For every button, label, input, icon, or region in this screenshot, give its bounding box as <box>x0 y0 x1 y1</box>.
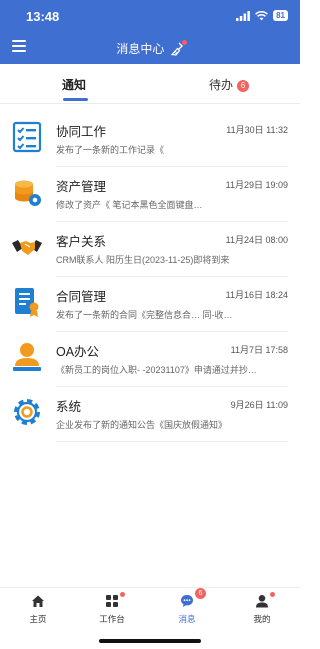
message-preview: 《新员工的岗位入职- -20231107》申请通过并抄… <box>56 365 257 375</box>
tab-bar: 通知 待办 6 <box>0 64 300 104</box>
todo-count-badge: 6 <box>237 80 250 92</box>
app-header: 13:48 81 消息中心 <box>0 0 300 64</box>
message-time: 11月24日 08:00 <box>225 235 288 245</box>
list-item[interactable]: 协同工作 11月30日 11:32 发布了一条新的工作记录《 <box>0 112 300 167</box>
nav-workbench[interactable]: 工作台 <box>82 592 142 625</box>
message-preview: CRM联系人 阳历生日(2023-11-25)即将到来 <box>56 255 230 265</box>
cooperation-icon <box>12 121 42 153</box>
nav-home[interactable]: 主页 <box>8 594 68 625</box>
message-title: 协同工作 <box>56 125 107 139</box>
wifi-icon <box>255 10 269 20</box>
nav-label: 主页 <box>29 614 47 624</box>
list-item[interactable]: 合同管理 11月16日 18:24 发布了一条新的合同《完整信息合… 同-收… <box>0 277 300 332</box>
tab-notice[interactable]: 通知 <box>62 76 86 93</box>
profile-dot <box>270 592 275 597</box>
message-list: 协同工作 11月30日 11:32 发布了一条新的工作记录《 资产管理 11月2… <box>0 112 300 442</box>
messages-count-badge: 6 <box>195 588 206 599</box>
tab-todo[interactable]: 待办 6 <box>209 76 250 93</box>
nav-label: 我的 <box>253 614 271 624</box>
bottom-nav: 主页 工作台 6 消息 我的 <box>0 587 300 649</box>
message-title: OA办公 <box>56 345 100 359</box>
home-icon <box>31 594 45 608</box>
handshake-icon <box>12 240 42 255</box>
header-title-wrap: 消息中心 <box>0 39 300 57</box>
message-title: 资产管理 <box>56 180 107 194</box>
broom-badge-dot <box>181 39 187 45</box>
battery-icon: 81 <box>273 10 288 21</box>
oa-person-icon <box>13 343 41 371</box>
list-item[interactable]: 资产管理 11月29日 19:09 修改了资产《 笔记本黑色全面键盘… <box>0 167 300 222</box>
message-preview: 发布了一条新的工作记录《 <box>56 145 165 155</box>
message-time: 11月7日 17:58 <box>230 345 288 355</box>
message-title: 合同管理 <box>56 290 107 304</box>
nav-label: 消息 <box>178 614 196 624</box>
page-title: 消息中心 <box>116 42 165 56</box>
message-title: 客户关系 <box>56 235 107 249</box>
message-icon: 6 <box>180 588 206 608</box>
message-preview: 发布了一条新的合同《完整信息合… 同-收… <box>56 310 233 320</box>
contract-icon <box>15 288 39 317</box>
home-indicator <box>99 639 201 643</box>
profile-icon <box>255 592 275 608</box>
active-tab-indicator <box>63 98 88 101</box>
nav-label: 工作台 <box>99 614 125 624</box>
divider <box>56 441 288 442</box>
asset-coins-icon <box>15 180 41 206</box>
message-time: 11月29日 19:09 <box>225 180 288 190</box>
message-time: 11月16日 18:24 <box>225 290 288 300</box>
status-icons: 81 <box>236 10 288 21</box>
list-item[interactable]: OA办公 11月7日 17:58 《新员工的岗位入职- -20231107》申请… <box>0 332 300 387</box>
clear-broom-icon[interactable] <box>170 39 187 56</box>
nav-messages[interactable]: 6 消息 <box>157 588 217 625</box>
status-bar: 13:48 81 <box>0 0 300 32</box>
nav-profile[interactable]: 我的 <box>232 592 292 625</box>
list-item[interactable]: 系统 9月26日 11:09 企业发布了新的通知公告《国庆放假通知》 <box>0 387 300 442</box>
workbench-dot <box>120 592 125 597</box>
message-title: 系统 <box>56 400 82 414</box>
message-preview: 修改了资产《 笔记本黑色全面键盘… <box>56 200 203 210</box>
list-item[interactable]: 客户关系 11月24日 08:00 CRM联系人 阳历生日(2023-11-25… <box>0 222 300 277</box>
tab-todo-label: 待办 <box>209 78 234 92</box>
workbench-icon <box>105 592 125 608</box>
message-time: 9月26日 11:09 <box>230 400 288 410</box>
status-time: 13:48 <box>26 9 60 24</box>
system-gear-icon <box>14 399 40 425</box>
message-time: 11月30日 11:32 <box>226 125 288 135</box>
signal-icon <box>236 10 250 21</box>
message-preview: 企业发布了新的通知公告《国庆放假通知》 <box>56 420 228 430</box>
